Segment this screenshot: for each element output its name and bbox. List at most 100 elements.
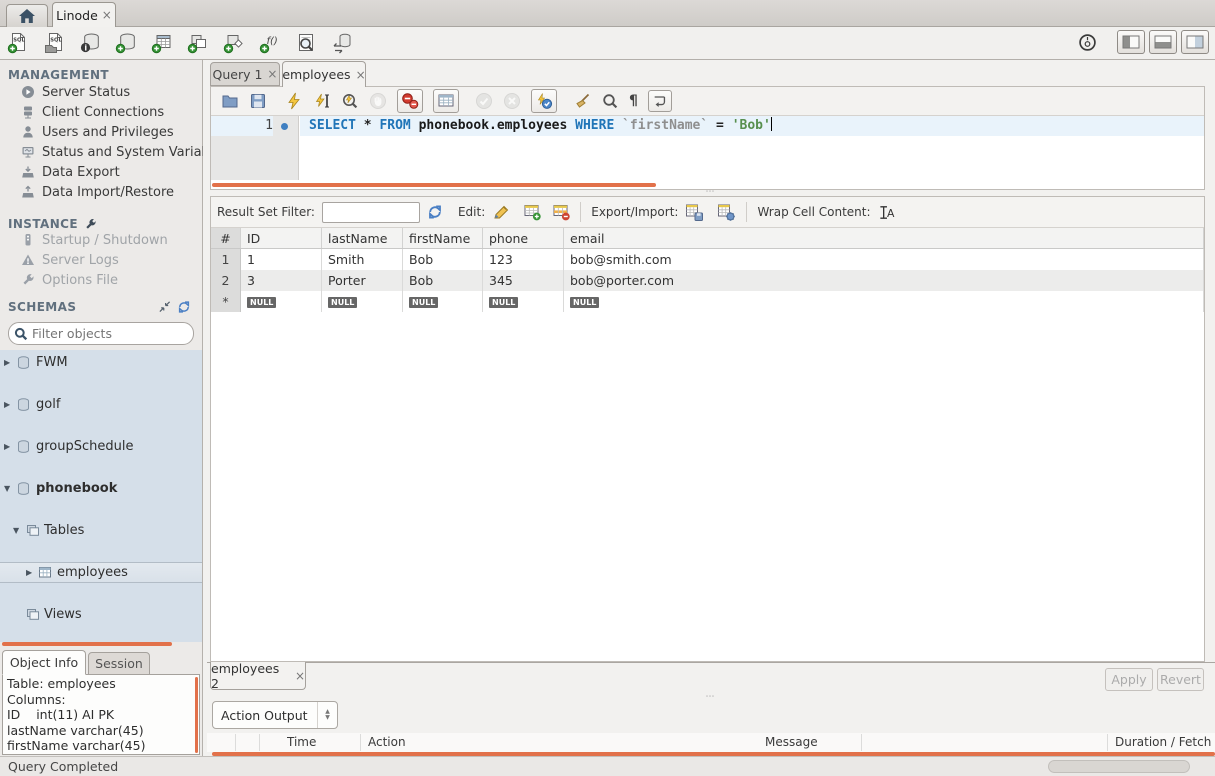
column-header-email[interactable]: email xyxy=(564,228,1204,248)
sidebar-item-startup-shutdown[interactable]: Startup / Shutdown xyxy=(0,230,203,250)
schemas-refresh-button[interactable] xyxy=(177,300,191,314)
table-row[interactable]: 2 3 Porter Bob 345 bob@porter.com xyxy=(211,270,1204,291)
tab-employees-2[interactable]: employees 2 × xyxy=(210,662,306,690)
sidebar-item-server-logs[interactable]: Server Logs xyxy=(0,250,203,270)
inspect-database-button[interactable]: i xyxy=(78,31,102,55)
open-sql-script-button[interactable]: SQL xyxy=(42,31,66,55)
cell-lastname[interactable]: Porter xyxy=(322,270,403,291)
tree-item-schema-phonebook[interactable]: ▼ phonebook xyxy=(0,478,202,499)
schemas-expand-button[interactable] xyxy=(158,300,171,313)
close-icon[interactable]: × xyxy=(356,69,366,81)
refresh-button[interactable] xyxy=(427,204,443,220)
toggle-left-sidebar-button[interactable] xyxy=(1117,30,1145,54)
tab-employees[interactable]: employees × xyxy=(282,61,366,87)
cell-phone[interactable]: 123 xyxy=(483,249,564,270)
tab-object-info[interactable]: Object Info xyxy=(2,650,86,675)
statusbar-scrollbar-thumb[interactable] xyxy=(1048,760,1190,773)
create-view-button[interactable] xyxy=(186,31,210,55)
toggle-autocommit-button[interactable] xyxy=(531,89,557,113)
execute-button[interactable] xyxy=(285,92,303,110)
tree-item-schema-golf[interactable]: ▶ golf xyxy=(0,394,202,415)
show-invisibles-button[interactable]: ¶ xyxy=(629,93,638,109)
toggle-right-sidebar-button[interactable] xyxy=(1181,30,1209,54)
toggle-bottom-panel-button[interactable] xyxy=(1149,30,1177,54)
sidebar-item-options-file[interactable]: Options File xyxy=(0,270,203,290)
sidebar-item-data-export[interactable]: Data Export xyxy=(0,162,203,182)
clear-query-button[interactable] xyxy=(573,92,591,110)
toggle-wrap-button[interactable] xyxy=(648,90,672,112)
create-table-button[interactable] xyxy=(150,31,174,55)
delete-row-button[interactable] xyxy=(552,203,570,221)
toggle-stop-on-error-button[interactable] xyxy=(397,89,423,113)
column-header-lastname[interactable]: lastName xyxy=(322,228,403,248)
sql-editor[interactable]: 1 SELECT * FROM phonebook.employees WHER… xyxy=(211,116,1204,180)
cell-id[interactable]: 3 xyxy=(241,270,322,291)
table-row[interactable]: 1 1 Smith Bob 123 bob@smith.com xyxy=(211,249,1204,270)
sidebar-item-client-connections[interactable]: Client Connections xyxy=(0,102,203,122)
chevron-right-icon[interactable]: ▶ xyxy=(4,400,10,409)
tree-item-schema-fwm[interactable]: ▶ FWM xyxy=(0,352,202,373)
tree-item-schema-groupschedule[interactable]: ▶ groupSchedule xyxy=(0,436,202,457)
sidebar-item-users-privileges[interactable]: Users and Privileges xyxy=(0,122,203,142)
revert-button[interactable]: Revert xyxy=(1157,668,1204,691)
create-schema-button[interactable] xyxy=(114,31,138,55)
import-records-button[interactable] xyxy=(717,203,736,222)
cell-firstname[interactable]: Bob xyxy=(403,249,483,270)
column-header-rownum[interactable]: # xyxy=(211,228,241,248)
apply-button[interactable]: Apply xyxy=(1105,668,1153,691)
cell-id[interactable]: 1 xyxy=(241,249,322,270)
cell-email[interactable]: bob@smith.com xyxy=(564,249,1204,270)
cell-lastname[interactable]: Smith xyxy=(322,249,403,270)
create-function-button[interactable]: f() xyxy=(258,31,282,55)
close-icon[interactable]: × xyxy=(102,9,112,21)
sidebar-item-status-system-variables[interactable]: Status and System Variables xyxy=(0,142,203,162)
open-script-button[interactable] xyxy=(221,92,239,110)
object-info-scrollbar[interactable] xyxy=(195,677,198,753)
tree-item-views-folder[interactable]: Views xyxy=(0,604,202,625)
output-column-message[interactable]: Message xyxy=(765,733,818,752)
tree-horizontal-scrollbar[interactable] xyxy=(2,642,172,646)
tree-item-table-employees[interactable]: ▶ employees xyxy=(0,562,202,583)
add-row-button[interactable] xyxy=(523,203,541,221)
output-column-action[interactable]: Action xyxy=(368,733,406,752)
sql-code-line[interactable]: SELECT * FROM phonebook.employees WHERE … xyxy=(309,116,772,136)
wrap-cell-content-button[interactable]: A xyxy=(878,204,895,221)
column-header-phone[interactable]: phone xyxy=(483,228,564,248)
limit-rows-button[interactable] xyxy=(433,89,459,113)
home-tab[interactable] xyxy=(6,4,48,27)
cell-phone[interactable]: 345 xyxy=(483,270,564,291)
new-row[interactable]: * NULL NULL NULL NULL NULL xyxy=(211,291,1204,312)
execute-current-button[interactable] xyxy=(313,92,331,110)
output-selector[interactable]: Action Output ▲▼ xyxy=(212,701,338,729)
tab-session[interactable]: Session xyxy=(88,652,150,675)
chevron-right-icon[interactable]: ▶ xyxy=(26,568,32,577)
schema-filter-input[interactable] xyxy=(32,326,182,341)
sidebar-item-server-status[interactable]: Server Status xyxy=(0,82,203,102)
column-header-id[interactable]: ID xyxy=(241,228,322,248)
chevron-right-icon[interactable]: ▶ xyxy=(4,442,10,451)
connection-tab[interactable]: Linode × xyxy=(52,2,116,27)
splitter-handle[interactable]: ⋯ xyxy=(207,692,1215,702)
dashboard-button[interactable] xyxy=(1075,30,1099,54)
close-icon[interactable]: × xyxy=(295,670,305,682)
export-resultset-button[interactable] xyxy=(685,203,704,222)
save-script-button[interactable] xyxy=(249,92,267,110)
edit-record-button[interactable] xyxy=(492,203,510,221)
chevron-down-icon[interactable]: ▼ xyxy=(13,526,19,535)
sidebar-item-data-import[interactable]: Data Import/Restore xyxy=(0,182,203,202)
output-column-duration[interactable]: Duration / Fetch xyxy=(1115,733,1213,752)
chevron-right-icon[interactable]: ▶ xyxy=(4,358,10,367)
find-button[interactable] xyxy=(601,92,619,110)
explain-button[interactable] xyxy=(341,92,359,110)
cell-firstname[interactable]: Bob xyxy=(403,270,483,291)
create-procedure-button[interactable] xyxy=(222,31,246,55)
output-column-time[interactable]: Time xyxy=(287,733,316,752)
migration-wizard-button[interactable] xyxy=(330,31,354,55)
tab-query-1[interactable]: Query 1 × xyxy=(210,62,280,86)
column-header-firstname[interactable]: firstName xyxy=(403,228,483,248)
spinner-arrows-icon[interactable]: ▲▼ xyxy=(317,702,337,728)
tree-item-tables-folder[interactable]: ▼ Tables xyxy=(0,520,202,541)
chevron-down-icon[interactable]: ▼ xyxy=(4,484,10,493)
close-icon[interactable]: × xyxy=(267,68,277,80)
result-filter-input[interactable] xyxy=(322,202,420,223)
